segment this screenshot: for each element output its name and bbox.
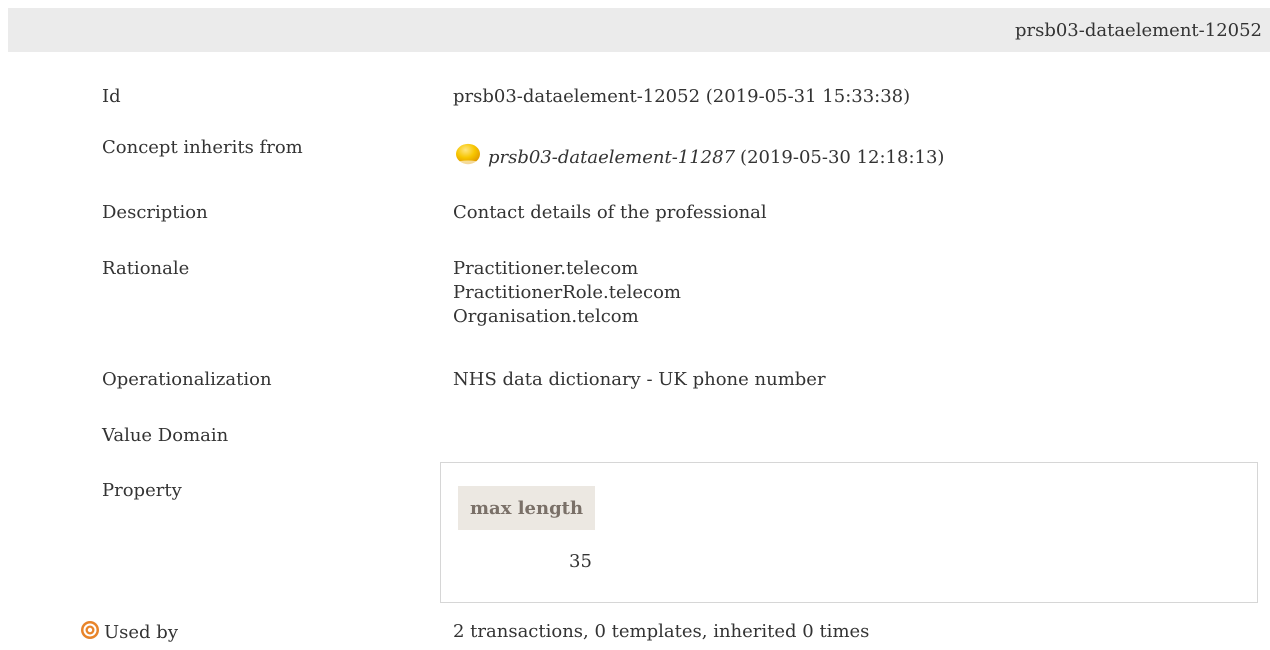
- used-by-label-wrap: Used by: [80, 620, 178, 645]
- rationale-line: Organisation.telcom: [453, 306, 639, 327]
- value-domain-label: Value Domain: [102, 425, 229, 446]
- concept-inherits-link[interactable]: prsb03-dataelement-11287: [488, 146, 735, 170]
- property-column-header: max length: [458, 486, 596, 530]
- concept-detail-page: prsb03-dataelement-12052 Id prsb03-datae…: [0, 0, 1270, 650]
- concept-inherits-date: (2019-05-30 12:18:13): [740, 147, 945, 168]
- description-value: Contact details of the professional: [453, 202, 767, 223]
- rationale-value: Practitioner.telecom PractitionerRole.te…: [453, 257, 681, 329]
- id-label: Id: [102, 86, 121, 107]
- property-column-value: 35: [569, 551, 592, 572]
- rationale-line: PractitionerRole.telecom: [453, 282, 681, 303]
- used-by-value: 2 transactions, 0 templates, inherited 0…: [453, 621, 870, 642]
- property-label: Property: [102, 480, 182, 501]
- operationalization-label: Operationalization: [102, 369, 272, 390]
- description-label: Description: [102, 202, 208, 223]
- concept-inherits-label: Concept inherits from: [102, 137, 303, 158]
- operationalization-value: NHS data dictionary - UK phone number: [453, 369, 826, 390]
- property-table: max length 35: [440, 462, 1258, 603]
- id-value: prsb03-dataelement-12052 (2019-05-31 15:…: [453, 86, 911, 107]
- concept-inherits-value: prsb03-dataelement-11287 (2019-05-30 12:…: [453, 143, 945, 170]
- rationale-line: Practitioner.telecom: [453, 258, 639, 279]
- target-icon[interactable]: [80, 620, 100, 640]
- concept-id-title: prsb03-dataelement-12052: [1014, 19, 1262, 41]
- header-bar: prsb03-dataelement-12052: [8, 8, 1270, 52]
- status-ball-icon: [456, 143, 480, 165]
- rationale-label: Rationale: [102, 258, 190, 279]
- used-by-label: Used by: [104, 622, 178, 643]
